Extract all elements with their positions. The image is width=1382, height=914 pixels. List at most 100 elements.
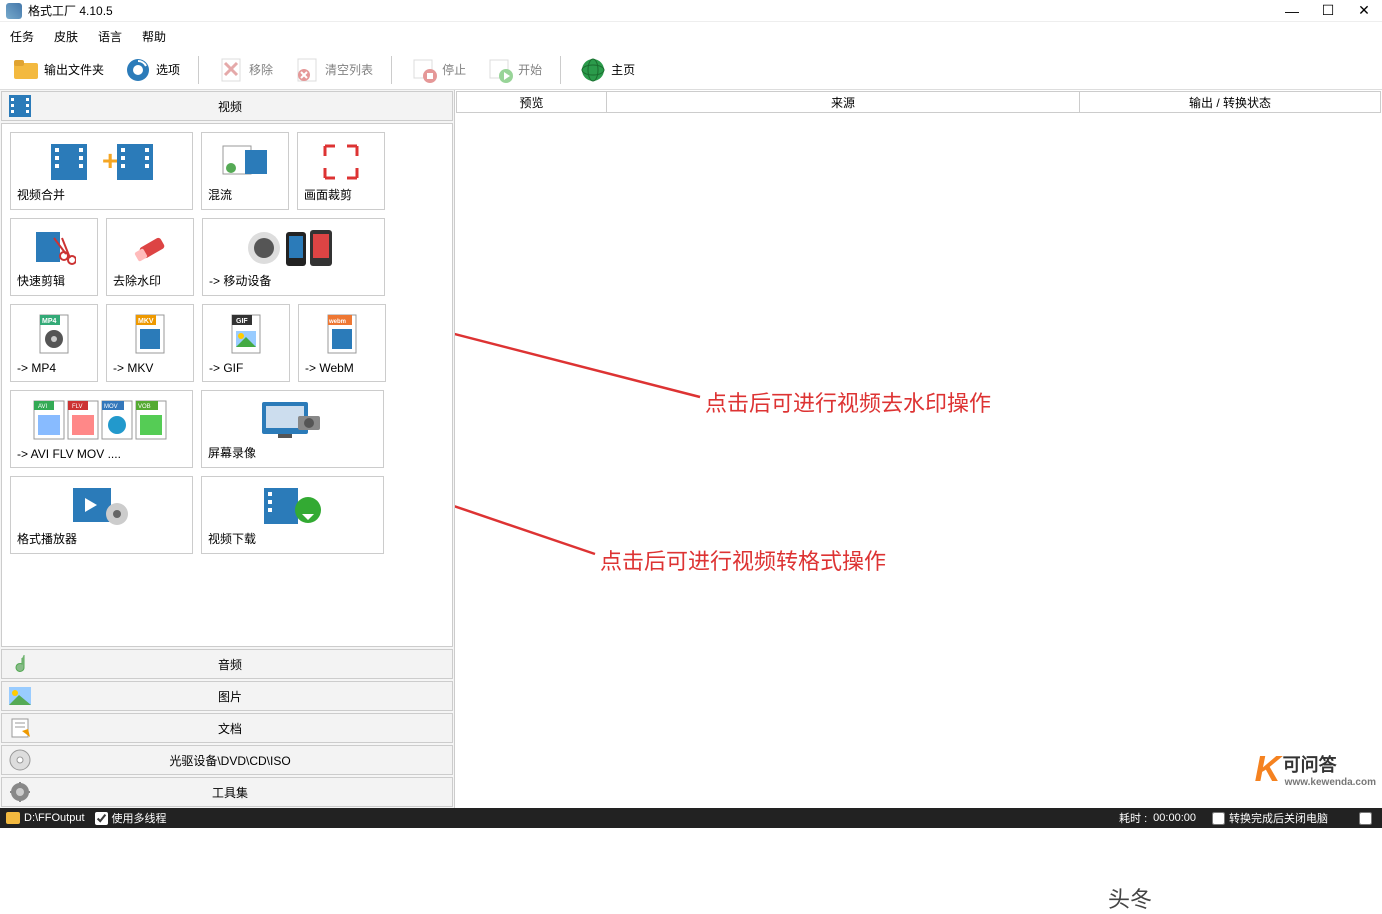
image-category-icon: [8, 684, 32, 708]
quick-cut-label: 快速剪辑: [17, 270, 91, 289]
mp4-label: -> MP4: [17, 359, 91, 375]
separator: [391, 56, 392, 84]
item-screen-record[interactable]: 屏幕录像: [201, 390, 384, 468]
options-button[interactable]: 选项: [120, 54, 184, 86]
item-video-merge[interactable]: + 视频合并: [10, 132, 193, 210]
col-output-status[interactable]: 输出 / 转换状态: [1080, 92, 1380, 112]
status-folder-icon[interactable]: [6, 812, 20, 824]
table-header: 预览 来源 输出 / 转换状态: [456, 91, 1381, 113]
item-webm[interactable]: webm -> WebM: [298, 304, 386, 382]
tools-category-icon: [8, 780, 32, 804]
category-disc-label: 光驱设备\DVD\CD\ISO: [38, 752, 452, 769]
output-folder-button[interactable]: 输出文件夹: [8, 54, 108, 86]
start-icon: [486, 56, 514, 84]
mobile-icon: [209, 225, 378, 270]
multithread-label: 使用多线程: [112, 810, 167, 826]
crop-icon: [304, 139, 378, 184]
gif-label: -> GIF: [209, 359, 283, 375]
minimize-button[interactable]: —: [1280, 2, 1304, 20]
maximize-button[interactable]: ☐: [1316, 2, 1340, 20]
separator: [560, 56, 561, 84]
category-image-label: 图片: [38, 688, 452, 705]
webm-label: -> WebM: [305, 359, 379, 375]
clear-icon: [293, 56, 321, 84]
disc-category-icon: [8, 748, 32, 772]
remove-button[interactable]: 移除: [213, 54, 277, 86]
menu-language[interactable]: 语言: [98, 28, 122, 45]
mux-label: 混流: [208, 184, 282, 203]
player-label: 格式播放器: [17, 528, 186, 547]
category-video-label: 视频: [38, 98, 452, 115]
app-icon: [6, 3, 22, 19]
annotation-2: 点击后可进行视频转格式操作: [600, 544, 886, 576]
item-download[interactable]: 视频下载: [201, 476, 384, 554]
category-disc[interactable]: 光驱设备\DVD\CD\ISO: [1, 745, 453, 775]
category-audio[interactable]: 音频: [1, 649, 453, 679]
content-area: 视频 + 视频合并 混流 画面裁剪 快速剪辑 去除水印: [0, 90, 1382, 808]
stop-icon: [410, 56, 438, 84]
home-label: 主页: [611, 61, 635, 78]
svg-text:AVI: AVI: [38, 404, 48, 410]
player-icon: [17, 483, 186, 528]
item-crop[interactable]: 画面裁剪: [297, 132, 385, 210]
audio-category-icon: [8, 652, 32, 676]
watermark-url: www.kewenda.com: [1285, 777, 1376, 788]
merge-icon: +: [17, 139, 186, 184]
status-checkbox-1[interactable]: [1212, 812, 1225, 825]
remove-icon: [217, 56, 245, 84]
item-mobile[interactable]: -> 移动设备: [202, 218, 385, 296]
item-gif[interactable]: GIF -> GIF: [202, 304, 290, 382]
item-player[interactable]: 格式播放器: [10, 476, 193, 554]
watermark-brand: 可问答: [1283, 751, 1376, 777]
multithread-checkbox[interactable]: [95, 812, 108, 825]
item-mux[interactable]: 混流: [201, 132, 289, 210]
category-document[interactable]: 文档: [1, 713, 453, 743]
item-quick-cut[interactable]: 快速剪辑: [10, 218, 98, 296]
watermark-logo: K 可问答 www.kewenda.com: [1255, 748, 1376, 790]
home-button[interactable]: 主页: [575, 54, 639, 86]
output-folder-label: 输出文件夹: [44, 61, 104, 78]
gif-icon: GIF: [209, 311, 283, 359]
output-path[interactable]: D:\FFOutput: [24, 812, 85, 824]
options-icon: [124, 56, 152, 84]
status-checkbox-2[interactable]: [1359, 812, 1372, 825]
svg-text:FLV: FLV: [72, 404, 83, 410]
menu-task[interactable]: 任务: [10, 28, 34, 45]
k-logo-icon: K: [1255, 748, 1281, 790]
avi-flv-label: -> AVI FLV MOV ....: [17, 445, 186, 461]
svg-text:GIF: GIF: [236, 318, 248, 325]
clear-list-button[interactable]: 清空列表: [289, 54, 377, 86]
app-title: 格式工厂 4.10.5: [28, 2, 1280, 19]
svg-text:webm: webm: [328, 319, 346, 325]
col-preview[interactable]: 预览: [457, 92, 607, 112]
item-avi-flv-mov[interactable]: AVIFLVMOVVOB -> AVI FLV MOV ....: [10, 390, 193, 468]
category-video[interactable]: 视频: [1, 91, 453, 121]
clear-list-label: 清空列表: [325, 61, 373, 78]
mux-icon: [208, 139, 282, 184]
stop-button[interactable]: 停止: [406, 54, 470, 86]
video-category-icon: [8, 94, 32, 118]
remove-wm-label: 去除水印: [113, 270, 187, 289]
eraser-icon: [113, 225, 187, 270]
crop-label: 画面裁剪: [304, 184, 378, 203]
sidebar: 视频 + 视频合并 混流 画面裁剪 快速剪辑 去除水印: [0, 90, 455, 808]
item-mp4[interactable]: MP4 -> MP4: [10, 304, 98, 382]
close-button[interactable]: ✕: [1352, 2, 1376, 20]
separator: [198, 56, 199, 84]
status-bar: D:\FFOutput 使用多线程 耗时 : 00:00:00 转换完成后关闭电…: [0, 808, 1382, 828]
item-mkv[interactable]: MKV -> MKV: [106, 304, 194, 382]
menu-help[interactable]: 帮助: [142, 28, 166, 45]
category-audio-label: 音频: [38, 656, 452, 673]
start-button[interactable]: 开始: [482, 54, 546, 86]
svg-text:VOB: VOB: [138, 404, 151, 410]
category-tools[interactable]: 工具集: [1, 777, 453, 807]
menu-skin[interactable]: 皮肤: [54, 28, 78, 45]
annotation-1: 点击后可进行视频去水印操作: [705, 386, 991, 418]
main-toolbar: 输出文件夹 选项 移除 清空列表 停止 开始 主页: [0, 50, 1382, 90]
mobile-label: -> 移动设备: [209, 270, 378, 289]
category-image[interactable]: 图片: [1, 681, 453, 711]
home-icon: [579, 56, 607, 84]
window-controls: — ☐ ✕: [1280, 2, 1376, 20]
item-remove-watermark[interactable]: 去除水印: [106, 218, 194, 296]
col-source[interactable]: 来源: [607, 92, 1080, 112]
